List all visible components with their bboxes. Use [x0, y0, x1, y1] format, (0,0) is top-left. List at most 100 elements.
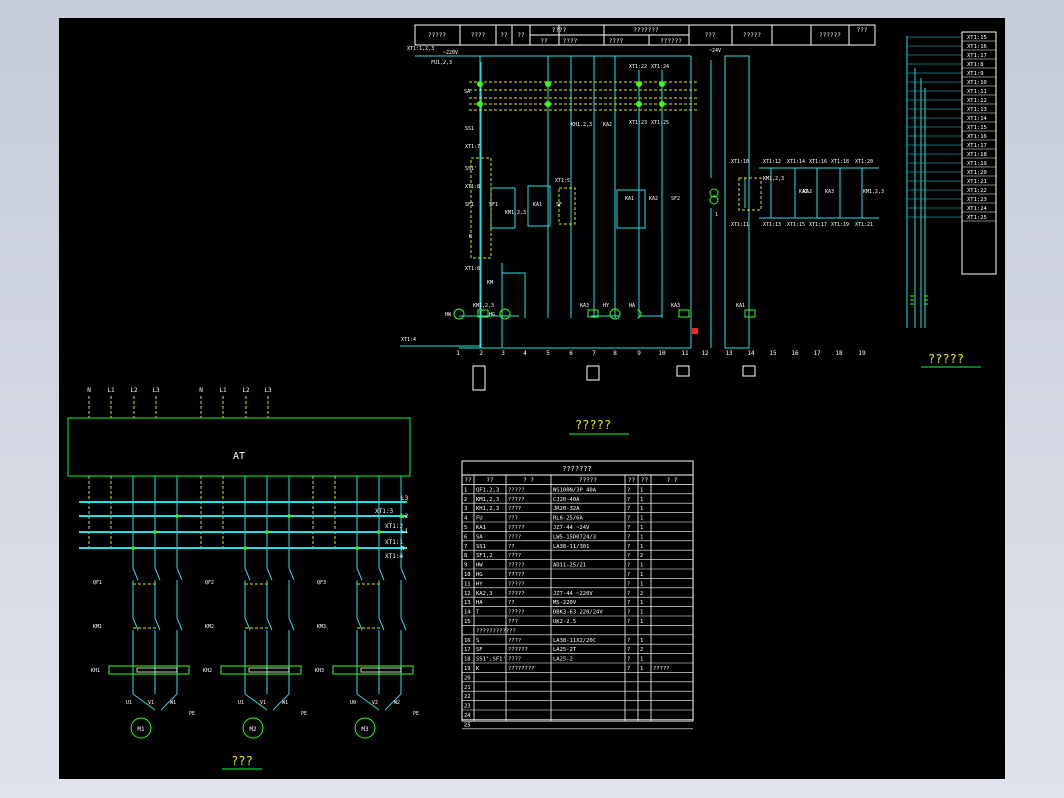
- header-cell: ????: [552, 27, 567, 34]
- power-inputs: N L1 L2 L3 N L1 L2 L3: [87, 387, 272, 394]
- strip-item: XT1:18: [967, 152, 987, 158]
- table-cell: JZ7-44 ~24V: [553, 525, 590, 531]
- motor-label: M2: [249, 726, 257, 733]
- control-label: XT1:10: [731, 159, 749, 165]
- breaker-contact: [266, 567, 273, 581]
- table-cell: 23: [464, 704, 471, 710]
- table-cell: AD11-25/21: [553, 563, 586, 569]
- table-cell: ?: [627, 581, 630, 587]
- table-cell: 14: [464, 610, 471, 616]
- header-sub-cell: ????: [563, 38, 578, 45]
- header-cell: ???????: [633, 27, 659, 34]
- at-label: AT: [233, 451, 245, 462]
- column-number: 4: [523, 350, 527, 357]
- control-label: HW: [445, 312, 452, 318]
- table-cell: 1: [640, 572, 643, 578]
- table-cell: 13: [464, 600, 471, 606]
- control-label: HG: [489, 312, 495, 318]
- table-header-cell: ??: [641, 477, 649, 484]
- thermal-relay-element: [136, 667, 178, 673]
- table-cell: 2: [640, 591, 643, 597]
- table-cell: 5: [464, 525, 467, 531]
- column-number: 3: [501, 350, 505, 357]
- table-cell: ????: [508, 657, 521, 663]
- bus-tap-node: [131, 546, 135, 550]
- motor-label: M1: [137, 726, 145, 733]
- control-label: KA3: [580, 303, 589, 309]
- table-cell: ?: [627, 647, 630, 653]
- breaker-label: QF3: [317, 580, 326, 586]
- strip-item: XT1:25: [967, 215, 987, 221]
- control-label: HA: [629, 303, 635, 309]
- table-cell: FU: [476, 516, 483, 522]
- table-cell: ?????: [508, 581, 525, 587]
- bus-tap-node: [287, 514, 291, 518]
- table-cell: 10: [464, 572, 471, 578]
- power-input-label: L1: [107, 387, 115, 394]
- table-cell: JZ7-44 ~220V: [553, 591, 593, 597]
- bus-tap-node: [243, 546, 247, 550]
- thermal-relay-element: [248, 667, 290, 673]
- control-label: XT1:21: [855, 222, 873, 228]
- column-number: 7: [592, 350, 596, 357]
- table-cell: LA25-2T: [553, 647, 577, 653]
- control-label: KA2: [803, 189, 812, 195]
- table-cell: ????????: [508, 666, 535, 672]
- control-label: XT1:12: [763, 159, 781, 165]
- control-label: 1: [715, 212, 718, 218]
- strip-item: XT1:22: [967, 188, 987, 194]
- breaker-contact: [288, 567, 295, 581]
- at-switch-box: [67, 417, 411, 477]
- column-number: 9: [637, 350, 641, 357]
- control-label: KA1: [625, 196, 634, 202]
- thermal-relay-label: KH2: [203, 668, 212, 674]
- table-cell: ????????????: [476, 628, 516, 634]
- table-cell: 9: [464, 563, 467, 569]
- table-cell: NS100N/3P 40A: [553, 487, 597, 493]
- table-cell: ?????: [508, 563, 525, 569]
- strip-item: XT1:16: [967, 134, 987, 140]
- bus-label: L3: [401, 495, 409, 502]
- control-label: XT1:4: [401, 337, 416, 343]
- breaker-contact: [356, 567, 363, 581]
- strip-item: XT1:14: [967, 116, 988, 122]
- terminal-symbol-icon: [586, 365, 600, 381]
- power-input-label: L2: [242, 387, 250, 394]
- ka1-coil-icon: [744, 309, 756, 318]
- table-cell: ?: [627, 619, 630, 625]
- table-cell: 1: [640, 516, 643, 522]
- control-label: XT1:16: [809, 159, 827, 165]
- drawing-canvas: ????? ???? ?? ?? ???? ??????? ??? ????? …: [59, 18, 1005, 779]
- table-cell: ?: [627, 610, 630, 616]
- control-label: KM1,2,3: [473, 303, 494, 309]
- table-cell: RL6-25/6A: [553, 516, 583, 522]
- breaker-contact: [154, 567, 161, 581]
- control-circuit: ????? ???? ?? ?? ???? ??????? ??? ????? …: [400, 24, 884, 435]
- contact-node: [659, 101, 665, 107]
- control-label: XT1:7: [465, 144, 480, 150]
- breaker-contact: [132, 567, 139, 581]
- control-label: XT1:5: [555, 178, 570, 184]
- strip-item: XT1:10: [967, 80, 987, 86]
- motor-terminal-label: W1: [170, 700, 176, 706]
- table-cell: 1: [640, 666, 643, 672]
- hw-lamp-icon: [453, 308, 465, 320]
- power-input-label: N: [87, 387, 91, 394]
- table-cell: ?: [627, 666, 630, 672]
- power-input-label: L3: [152, 387, 160, 394]
- table-cell: QF1,2,3: [476, 487, 499, 493]
- strip-item: XT1:9: [967, 71, 984, 77]
- strip-item: XT1:16: [967, 44, 987, 50]
- column-number: 6: [569, 350, 573, 357]
- header-cell: ?????: [428, 32, 446, 39]
- column-numbers: 1 2 3 4 5 6 7 8 9 10 11 12 13 14 15 16 17 18 19: [456, 350, 866, 357]
- table-cell: SS1',SF1': [476, 657, 506, 663]
- strip-item: XT1:24: [967, 206, 988, 212]
- strip-item: XT1:15: [967, 125, 987, 131]
- strip-item: XT1:20: [967, 170, 987, 176]
- motor-terminal-label: V1: [260, 700, 266, 706]
- pe-label: PE: [413, 711, 419, 717]
- strip-item: XT1:21: [967, 179, 987, 185]
- column-number: 5: [546, 350, 550, 357]
- table-cell: SA: [476, 534, 483, 540]
